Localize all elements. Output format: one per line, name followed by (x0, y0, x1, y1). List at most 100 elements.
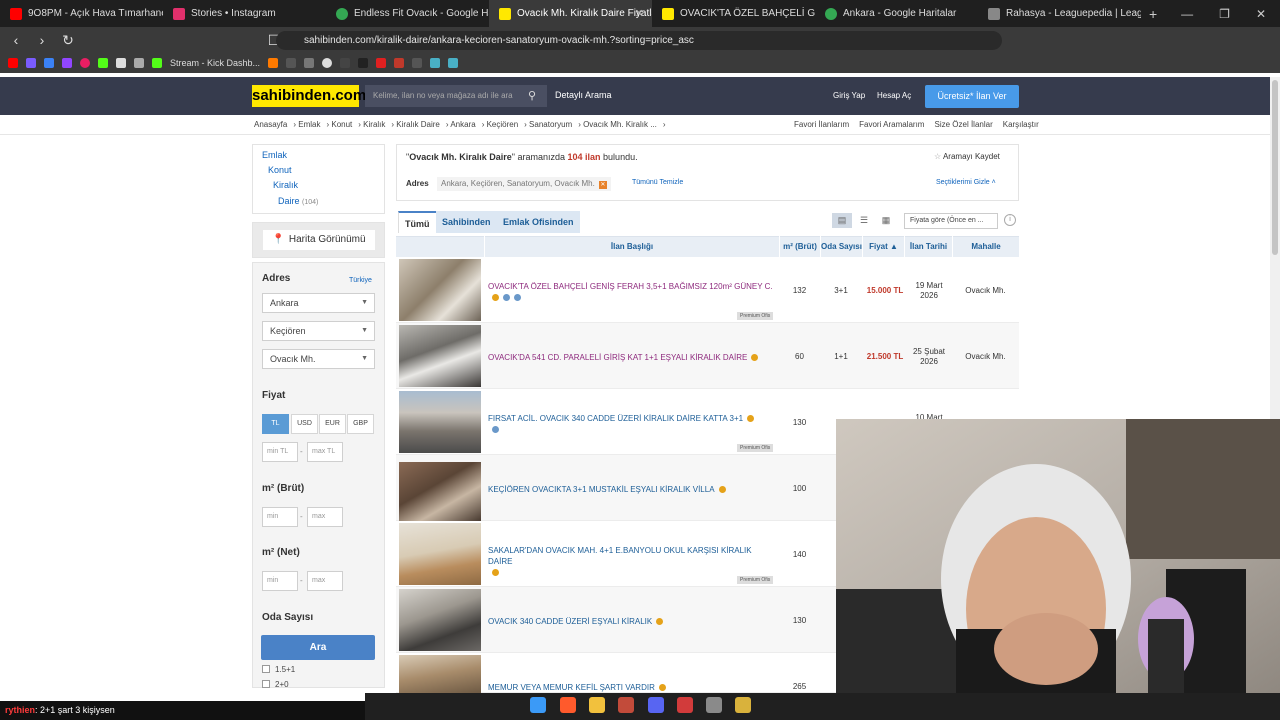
listing-title[interactable]: MEMUR VEYA MEMUR KEFİL ŞARTI VARDIR (488, 682, 778, 693)
special-listings-link[interactable]: Size Özel İlanlar (934, 120, 992, 129)
info-icon[interactable]: i (1004, 214, 1016, 226)
listing-thumbnail[interactable] (399, 655, 481, 693)
grid-view-icon[interactable]: ▦ (876, 213, 896, 228)
breadcrumb-item[interactable]: Keçiören (487, 120, 519, 129)
max-price-input[interactable]: max TL (307, 442, 343, 462)
login-link[interactable]: Giriş Yap (833, 91, 865, 100)
category-konut[interactable]: Konut (268, 165, 292, 175)
column-price[interactable]: Fiyat ▲ (862, 236, 904, 257)
kick-dashboard-bookmark[interactable]: Stream - Kick Dashb... (170, 58, 260, 68)
app2-icon[interactable] (677, 697, 693, 713)
min-m2-brut-input[interactable]: min (262, 507, 298, 527)
app3-icon[interactable] (735, 697, 751, 713)
breadcrumb-item[interactable]: Anasayfa (254, 120, 287, 129)
listing-title[interactable]: OVACIK'DA 541 CD. PARALELİ GİRİŞ KAT 1+1… (488, 352, 778, 363)
forward-icon[interactable]: › (32, 32, 52, 48)
min-m2-net-input[interactable]: min (262, 571, 298, 591)
category-daire[interactable]: Daire (104) (278, 196, 318, 206)
app-icon[interactable] (618, 697, 634, 713)
checkbox[interactable] (262, 665, 270, 673)
bookmark-icon-20[interactable] (448, 58, 459, 68)
new-tab-icon[interactable]: + (1149, 6, 1157, 22)
record-bookmark-icon[interactable] (80, 58, 90, 68)
sort-select[interactable]: Fiyata göre (Önce en ... (904, 213, 998, 229)
browser-tab-4[interactable]: Ovacık Mh. Kiralık Daire Fiyatları ✕ (489, 0, 652, 27)
restore-icon[interactable]: ❐ (1219, 7, 1230, 21)
diamond-bookmark-icon[interactable] (116, 58, 126, 68)
bookmark-icon-11[interactable] (286, 58, 297, 68)
browser-tab-1[interactable]: 9O8PM - Açık Hava Tımarhanesi (0, 0, 163, 27)
kick-dashboard-icon[interactable] (152, 58, 162, 68)
detailed-search-link[interactable]: Detaylı Arama (555, 90, 612, 100)
listing-thumbnail[interactable] (399, 325, 481, 387)
listing-title[interactable]: OVACIK'TA ÖZEL BAHÇELİ GENİŞ FERAH 3,5+1… (488, 281, 778, 303)
currency-usd[interactable]: USD (291, 414, 318, 434)
max-m2-brut-input[interactable]: max (307, 507, 343, 527)
district-select[interactable]: Keçiören ▼ (262, 321, 375, 341)
listing-thumbnail[interactable] (399, 523, 481, 585)
currency-tl[interactable]: TL (262, 414, 289, 434)
browser-tab-5[interactable]: OVACIK'TA ÖZEL BAHÇELİ GENİŞ FER (652, 0, 815, 27)
browser-tab-2[interactable]: Stories • Instagram (163, 0, 326, 27)
listing-thumbnail[interactable] (399, 259, 481, 321)
start-icon[interactable] (530, 697, 546, 713)
bookmark-icon-15[interactable] (358, 58, 369, 68)
tab-agency[interactable]: Emlak Ofisinden (497, 211, 580, 233)
browser-tab-6[interactable]: Ankara - Google Haritalar (815, 0, 978, 27)
breadcrumb-item[interactable]: Emlak (298, 120, 320, 129)
max-m2-net-input[interactable]: max (307, 571, 343, 591)
clear-all-link[interactable]: Tümünü Temizle (632, 179, 683, 186)
checkbox[interactable] (262, 680, 270, 688)
hide-selected-link[interactable]: Seçtiklerimi Gizle ˄ (936, 179, 996, 186)
breadcrumb-item[interactable]: Kiralık (363, 120, 385, 129)
category-emlak[interactable]: Emlak (262, 150, 287, 160)
compare-link[interactable]: Karşılaştır (1003, 120, 1039, 129)
browser-tab-3[interactable]: Endless Fit Ovacık - Google Haritalar (326, 0, 489, 27)
listing-thumbnail[interactable] (399, 462, 481, 524)
brave-icon[interactable] (560, 697, 576, 713)
bookmark-icon-19[interactable] (430, 58, 441, 68)
listing-title[interactable]: FIRSAT ACİL. OVACIK 340 CADDE ÜZERİ KİRA… (488, 413, 778, 435)
column-m2[interactable]: m² (Brüt) (779, 236, 820, 257)
remove-filter-icon[interactable]: ✕ (598, 181, 607, 189)
free-ad-button[interactable]: Ücretsiz* İlan Ver (925, 85, 1019, 108)
browser-tab-7[interactable]: Rahasya - Leaguepedia | League of L (978, 0, 1141, 27)
save-search-button[interactable]: ☆ Aramayı Kaydet (934, 152, 1000, 161)
min-price-input[interactable]: min TL (262, 442, 298, 462)
twitch-bookmark-icon[interactable] (62, 58, 72, 68)
list-thumb-view-icon[interactable]: ▤ (832, 213, 852, 228)
breadcrumb-item[interactable]: Ankara (450, 120, 475, 129)
category-kiralik[interactable]: Kiralık (273, 180, 298, 190)
back-icon[interactable]: ‹ (6, 32, 26, 48)
breadcrumb-item[interactable]: Ovacık Mh. Kiralık ... (583, 120, 657, 129)
search-input[interactable]: Kelime, ilan no veya mağaza adı ile ara (365, 85, 547, 107)
city-select[interactable]: Ankara ▼ (262, 293, 375, 313)
bookmark-icon-12[interactable] (304, 58, 315, 68)
register-link[interactable]: Hesap Aç (877, 91, 911, 100)
column-rooms[interactable]: Oda Sayısı (820, 236, 862, 257)
kick-bookmark-icon[interactable] (98, 58, 108, 68)
bookmark-icon-10[interactable] (268, 58, 279, 68)
neighborhood-select[interactable]: Ovacık Mh. ▼ (262, 349, 375, 369)
listing-title[interactable]: SAKALAR'DAN OVACIK MAH. 4+1 E.BANYOLU OK… (488, 545, 778, 578)
breadcrumb-item[interactable]: Sanatoryum (529, 120, 572, 129)
link-bookmark-icon[interactable] (44, 58, 54, 68)
tab-all[interactable]: Tümü (398, 211, 437, 233)
address-filter-chip[interactable]: Ankara, Keçiören, Sanatoryum, Ovacık Mh.… (437, 177, 611, 191)
youtube-bookmark-icon[interactable] (8, 58, 18, 68)
bookmark-icon-14[interactable] (340, 58, 351, 68)
column-neighborhood[interactable]: Mahalle (952, 236, 1019, 257)
listing-title[interactable]: OVACIK 340 CADDE ÜZERİ EŞYALI KİRALIK (488, 616, 778, 627)
github-icon[interactable] (322, 58, 333, 68)
list-view-icon[interactable]: ☰ (854, 213, 874, 228)
column-title[interactable]: İlan Başlığı (484, 236, 779, 257)
listing-title[interactable]: KEÇİÖREN OVACIKTA 3+1 MUSTAKİL EŞYALI Kİ… (488, 484, 778, 495)
listing-thumbnail[interactable] (399, 391, 481, 453)
listing-thumbnail[interactable] (399, 589, 481, 651)
bookmark-icon-18[interactable] (412, 58, 423, 68)
breadcrumb-item[interactable]: Kiralık Daire (396, 120, 440, 129)
obs-icon[interactable] (706, 697, 722, 713)
tab-owner[interactable]: Sahibinden (436, 211, 497, 233)
close-tab-icon[interactable]: ✕ (635, 7, 644, 20)
mail-bookmark-icon[interactable] (26, 58, 36, 68)
